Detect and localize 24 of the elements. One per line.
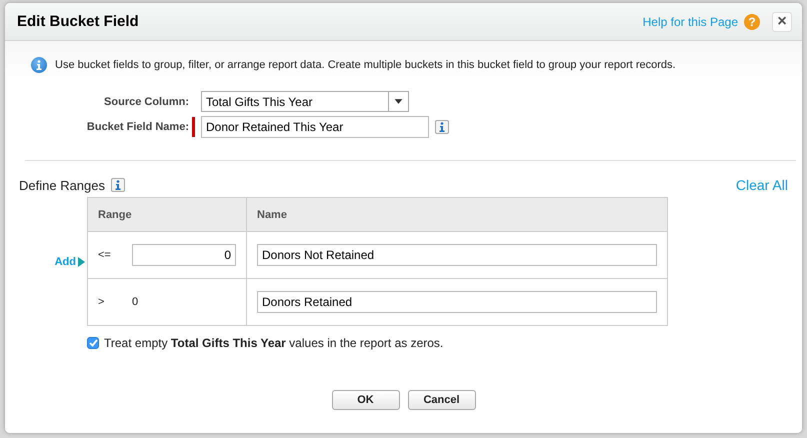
source-column-select[interactable]: Total Gifts This Year [201, 91, 409, 112]
info-icon [31, 57, 47, 73]
ok-button[interactable]: OK [332, 390, 400, 410]
column-header: Range [88, 198, 246, 232]
field-label: Source Column: [104, 96, 189, 108]
range-value: 0 [132, 296, 138, 308]
checkbox-label: Treat empty Total Gifts This Year values in the report as zeros. [104, 336, 444, 350]
info-icon[interactable] [435, 120, 449, 134]
field-label: Bucket Field Name: [86, 121, 189, 133]
checkbox[interactable] [87, 337, 99, 349]
arrow-icon [78, 256, 85, 266]
dialog-title: Edit Bucket Field [17, 13, 139, 30]
bucket-name-field[interactable]: Donors Retained [257, 291, 657, 313]
range-value-field[interactable]: 0 [132, 244, 236, 266]
operator-text: <= [98, 249, 112, 261]
operator-text: > [98, 296, 106, 308]
column-header: Name [246, 198, 668, 232]
info-icon[interactable] [111, 178, 125, 192]
bucket-name-field[interactable]: Donor Retained This Year [201, 116, 429, 138]
close-button[interactable]: × [772, 12, 792, 32]
cancel-button[interactable]: Cancel [408, 390, 476, 410]
section-title: Define Ranges [19, 178, 105, 192]
info-text: Use bucket fields to group, filter, or arrange report data. Create multiple buckets in this bucket field to group your report records. [55, 59, 676, 71]
bucket-name-field[interactable]: Donors Not Retained [257, 244, 657, 266]
